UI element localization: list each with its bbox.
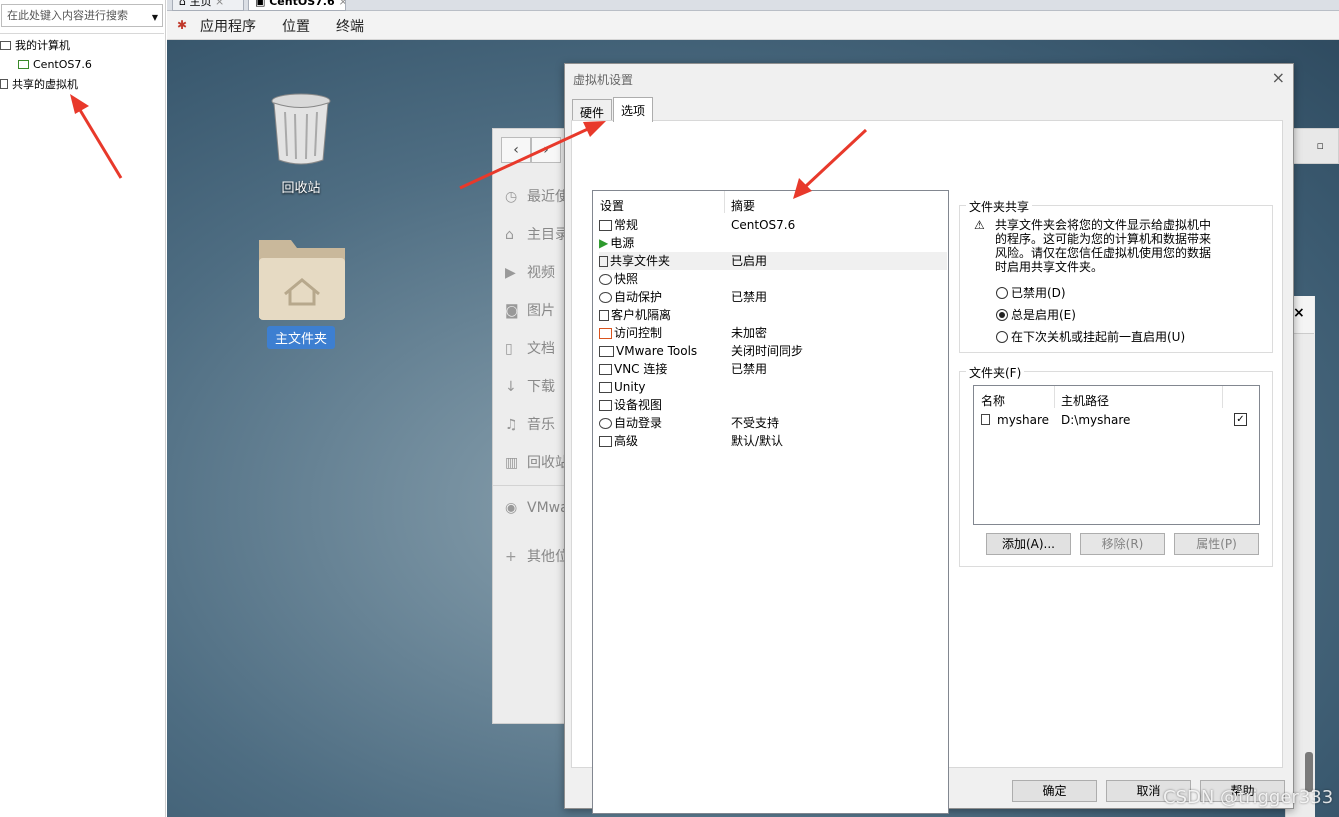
tab-options[interactable]: 选项: [613, 97, 654, 122]
annotation-arrows: [70, 94, 868, 199]
watermark: CSDN @trigger333: [1163, 787, 1334, 808]
